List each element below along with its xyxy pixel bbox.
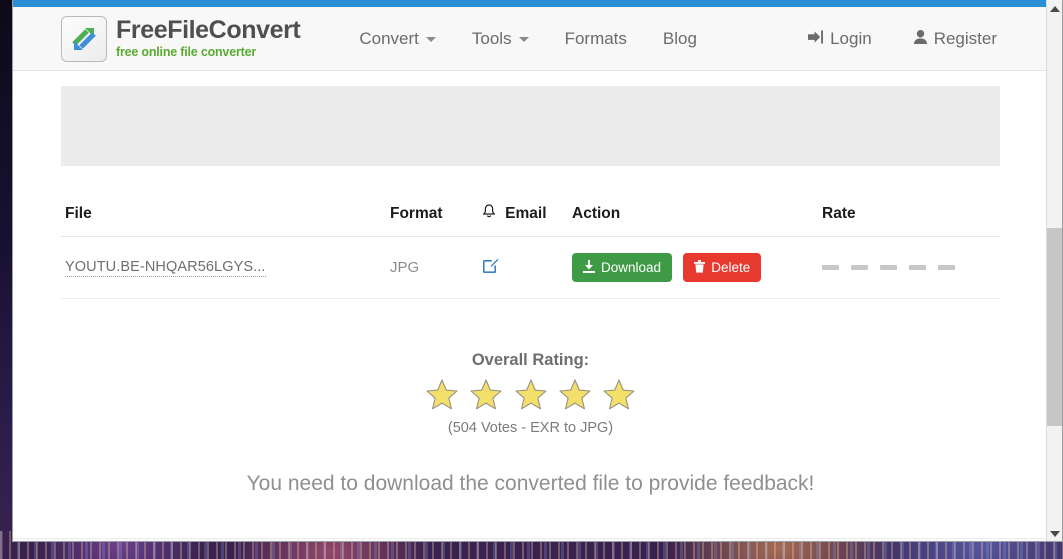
overall-rating-stars xyxy=(61,378,1000,411)
scrollbar-up-button[interactable] xyxy=(1047,0,1062,17)
login-link[interactable]: Login xyxy=(791,21,889,57)
brand-logo[interactable]: FreeFileConvert free online file convert… xyxy=(61,15,301,62)
rate-star-placeholders[interactable] xyxy=(822,265,996,270)
convert-arrows-logo-icon xyxy=(61,15,107,62)
main-nav: Convert Tools Formats Blog xyxy=(342,21,714,57)
login-label: Login xyxy=(830,28,872,48)
feedback-message: You need to download the converted file … xyxy=(246,472,815,495)
cell-email xyxy=(478,236,568,299)
scrollbar-down-button[interactable] xyxy=(1047,525,1062,541)
download-button[interactable]: Download xyxy=(572,253,673,282)
nav-item-tools[interactable]: Tools xyxy=(455,21,546,57)
rate-dash[interactable] xyxy=(938,265,955,270)
triangle-up-icon xyxy=(1049,5,1060,12)
page-viewport: FreeFileConvert free online file convert… xyxy=(13,7,1048,541)
page-top-accent-bar xyxy=(13,0,1048,7)
register-link[interactable]: Register xyxy=(897,21,1014,57)
account-nav: Login Register xyxy=(791,21,1036,57)
delete-button-label: Delete xyxy=(711,259,751,275)
column-header-rate-label: Rate xyxy=(822,205,856,222)
edit-pencil-square-icon[interactable] xyxy=(482,258,499,274)
conversion-results-table: File Format Email Action Rate YOUTU.BE-N… xyxy=(61,194,1000,299)
nav-item-tools-label: Tools xyxy=(471,28,512,48)
rate-dash[interactable] xyxy=(880,265,897,270)
nav-item-formats-label: Formats xyxy=(564,28,627,48)
star-icon xyxy=(603,379,635,410)
register-label: Register xyxy=(933,28,997,48)
overall-rating-block: Overall Rating: (504 Votes - EXR to JPG) xyxy=(61,351,1000,436)
file-name-link[interactable]: YOUTU.BE-NHQAR56LGYS... xyxy=(65,259,266,277)
page-body: File Format Email Action Rate YOUTU.BE-N… xyxy=(13,86,1048,541)
table-header-row: File Format Email Action Rate xyxy=(61,194,1000,237)
triangle-down-icon xyxy=(1049,530,1060,537)
cell-rate xyxy=(818,236,1000,299)
user-icon xyxy=(913,30,927,47)
nav-item-blog-label: Blog xyxy=(662,28,697,48)
nav-item-blog[interactable]: Blog xyxy=(646,21,714,57)
site-header: FreeFileConvert free online file convert… xyxy=(13,7,1048,71)
column-header-action-label: Action xyxy=(572,205,621,222)
bell-icon xyxy=(482,204,500,223)
column-header-format: Format xyxy=(386,194,478,237)
column-header-format-label: Format xyxy=(390,205,443,222)
vertical-scrollbar[interactable] xyxy=(1046,0,1062,541)
sign-in-icon xyxy=(808,30,824,47)
delete-button[interactable]: Delete xyxy=(683,253,762,282)
browser-window: FreeFileConvert free online file convert… xyxy=(12,0,1063,542)
chevron-down-icon xyxy=(425,36,436,42)
rate-dash[interactable] xyxy=(851,265,868,270)
trash-icon xyxy=(694,260,706,275)
brand-title: FreeFileConvert xyxy=(116,16,301,45)
nav-item-convert[interactable]: Convert xyxy=(342,21,453,57)
table-row: YOUTU.BE-NHQAR56LGYS... JPG Download Del… xyxy=(61,236,1000,299)
chevron-down-icon xyxy=(518,36,529,42)
column-header-rate: Rate xyxy=(818,194,1000,237)
star-icon xyxy=(559,379,591,410)
cell-action: Download Delete xyxy=(568,236,818,299)
ad-placeholder-panel xyxy=(61,86,1000,166)
column-header-file: File xyxy=(61,194,386,237)
column-header-email: Email xyxy=(478,194,568,237)
rate-dash[interactable] xyxy=(822,265,839,270)
scrollbar-thumb[interactable] xyxy=(1047,228,1062,426)
star-icon xyxy=(426,379,458,410)
rate-dash[interactable] xyxy=(909,265,926,270)
brand-text: FreeFileConvert free online file convert… xyxy=(116,16,301,60)
overall-rating-votes: (504 Votes - EXR to JPG) xyxy=(447,420,614,436)
nav-item-formats[interactable]: Formats xyxy=(548,21,644,57)
page-footer-band xyxy=(13,538,1048,541)
overall-rating-title: Overall Rating: xyxy=(471,351,590,369)
star-icon xyxy=(514,379,547,410)
nav-item-convert-label: Convert xyxy=(359,28,419,48)
download-icon xyxy=(583,260,595,275)
column-header-file-label: File xyxy=(65,205,92,222)
star-icon xyxy=(470,379,502,410)
cell-format: JPG xyxy=(386,236,478,299)
download-button-label: Download xyxy=(601,259,662,275)
column-header-email-label: Email xyxy=(505,205,547,222)
cell-file: YOUTU.BE-NHQAR56LGYS... xyxy=(61,236,386,299)
column-header-action: Action xyxy=(568,194,818,237)
brand-tagline: free online file converter xyxy=(116,45,256,60)
